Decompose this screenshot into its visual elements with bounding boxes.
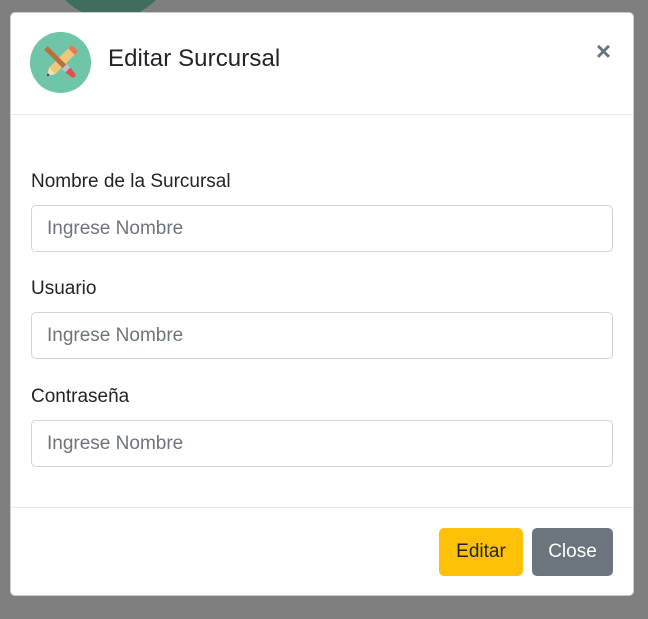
pencil-brush-icon [30, 32, 91, 93]
username-label: Usuario [31, 278, 97, 299]
modal-footer: Editar Close [11, 507, 633, 595]
branch-name-label: Nombre de la Surcursal [31, 171, 231, 192]
edit-branch-modal: Editar Surcursal × Nombre de la Surcursa… [10, 12, 634, 596]
modal-title: Editar Surcursal [108, 45, 281, 72]
close-button[interactable]: Close [532, 528, 613, 576]
branch-name-input[interactable] [31, 205, 613, 252]
password-input[interactable] [31, 420, 613, 467]
password-label: Contraseña [31, 386, 130, 407]
username-input[interactable] [31, 312, 613, 359]
close-icon[interactable]: × [596, 38, 611, 64]
modal-header: Editar Surcursal × [11, 13, 633, 115]
edit-button[interactable]: Editar [439, 528, 523, 576]
